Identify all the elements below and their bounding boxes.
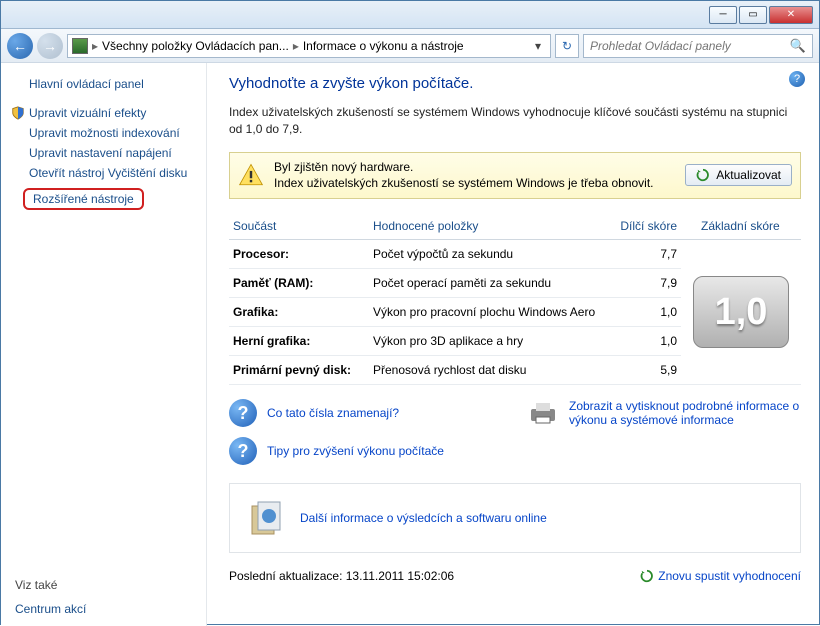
rerun-label: Znovu spustit vyhodnocení [658,569,801,583]
breadcrumb-segment[interactable]: Informace o výkonu a nástroje [303,39,464,53]
component-desc: Přenosová rychlost dat disku [369,356,611,385]
arrow-left-icon: ← [13,38,27,54]
software-box-icon [246,498,286,538]
table-row: Procesor:Počet výpočtů za sekundu7,71,0 [229,240,801,269]
chevron-down-icon[interactable]: ▾ [530,39,546,53]
subscore-value: 1,0 [611,298,681,327]
col-component: Součást [229,213,369,240]
last-update-value: 13.11.2011 15:02:06 [346,569,454,583]
sidebar-task-advanced-tools[interactable]: Rozšířené nástroje [11,185,196,213]
warning-icon [238,162,264,188]
link-label: Tipy pro zvýšení výkonu počítače [267,444,444,458]
component-desc: Výkon pro 3D aplikace a hry [369,327,611,356]
subscore-value: 5,9 [611,356,681,385]
chevron-right-icon: ▸ [293,39,299,53]
last-update-label: Poslední aktualizace: [229,569,342,583]
question-icon: ? [229,437,257,465]
printer-icon [527,401,559,425]
sidebar-task-disk-cleanup[interactable]: Otevřít nástroj Vyčištění disku [29,163,196,183]
forward-button[interactable]: → [37,33,63,59]
search-box[interactable]: 🔍 [583,34,813,58]
notice-line2: Index uživatelských zkušeností se systém… [274,175,675,192]
refresh-icon [696,168,710,182]
close-button[interactable]: ✕ [769,6,813,24]
help-icon[interactable]: ? [789,71,805,87]
col-base: Základní skóre [681,213,801,240]
base-score-badge: 1,0 [693,276,789,348]
subscore-value: 1,0 [611,327,681,356]
minimize-button[interactable]: ─ [709,6,737,24]
link-label: Co tato čísla znamenají? [267,406,399,420]
sidebar-item-label: Upravit vizuální efekty [29,106,146,120]
see-also-label: Viz také [15,578,196,592]
search-icon: 🔍 [790,38,806,54]
component-label: Grafika: [229,298,369,327]
link-print-details[interactable]: Zobrazit a vytisknout podrobné informace… [527,399,801,427]
link-label: Další informace o výsledcích a softwaru … [300,511,547,525]
score-table: Součást Hodnocené položky Dílčí skóre Zá… [229,213,801,385]
component-desc: Výkon pro pracovní plochu Windows Aero [369,298,611,327]
sidebar-task-power[interactable]: Upravit nastavení napájení [29,143,196,163]
refresh-icon [640,569,654,583]
link-performance-tips[interactable]: ? Tipy pro zvýšení výkonu počítače [229,437,503,465]
subscore-value: 7,9 [611,269,681,298]
sidebar-item-label: Upravit možnosti indexování [29,126,180,140]
breadcrumb-segment[interactable]: Všechny položky Ovládacích pan... [102,39,289,53]
notice-text: Byl zjištěn nový hardware. Index uživate… [274,159,675,193]
sidebar-item-label: Rozšířené nástroje [23,188,144,210]
refresh-icon: ↻ [562,39,572,53]
intro-text: Index uživatelských zkušeností se systém… [229,104,801,138]
sidebar-task-indexing[interactable]: Upravit možnosti indexování [29,123,196,143]
link-what-numbers-mean[interactable]: ? Co tato čísla znamenají? [229,399,503,427]
window-titlebar: ─ ▭ ✕ [1,1,819,29]
link-label: Zobrazit a vytisknout podrobné informace… [569,399,801,427]
sidebar-task-visual-effects[interactable]: Upravit vizuální efekty [11,103,196,123]
rerun-assessment-link[interactable]: Znovu spustit vyhodnocení [640,569,801,583]
question-icon: ? [229,399,257,427]
component-label: Herní grafika: [229,327,369,356]
sidebar: Hlavní ovládací panel Upravit vizuální e… [1,63,207,626]
notice-line1: Byl zjištěn nový hardware. [274,159,675,176]
last-update: Poslední aktualizace: 13.11.2011 15:02:0… [229,569,454,583]
component-desc: Počet výpočtů za sekundu [369,240,611,269]
back-button[interactable]: ← [7,33,33,59]
main-content: ? Vyhodnoťte a zvyšte výkon počítače. In… [207,63,819,626]
component-label: Paměť (RAM): [229,269,369,298]
action-center-link[interactable]: Centrum akcí [15,602,196,616]
refresh-button[interactable]: ↻ [555,34,579,58]
maximize-button[interactable]: ▭ [739,6,767,24]
component-label: Primární pevný disk: [229,356,369,385]
sidebar-item-label: Upravit nastavení napájení [29,146,172,160]
chevron-right-icon: ▸ [92,39,98,53]
sidebar-item-label: Otevřít nástroj Vyčištění disku [29,166,187,180]
update-button[interactable]: Aktualizovat [685,164,792,186]
subscore-value: 7,7 [611,240,681,269]
search-input[interactable] [590,39,790,53]
base-score-cell: 1,0 [681,240,801,385]
update-button-label: Aktualizovat [716,168,781,182]
component-desc: Počet operací paměti za sekundu [369,269,611,298]
component-label: Procesor: [229,240,369,269]
link-online-info[interactable]: Další informace o výsledcích a softwaru … [300,511,547,525]
arrow-right-icon: → [43,38,57,54]
navigation-bar: ← → ▸ Všechny položky Ovládacích pan... … [1,29,819,63]
online-info-box: Další informace o výsledcích a softwaru … [229,483,801,553]
control-panel-icon [72,38,88,54]
page-title: Vyhodnoťte a zvyšte výkon počítače. [229,75,801,92]
col-rated: Hodnocené položky [369,213,611,240]
hardware-notice: Byl zjištěn nový hardware. Index uživate… [229,152,801,200]
breadcrumb[interactable]: ▸ Všechny položky Ovládacích pan... ▸ In… [67,34,551,58]
col-subscore: Dílčí skóre [611,213,681,240]
shield-icon [11,106,25,120]
control-panel-home-link[interactable]: Hlavní ovládací panel [29,77,196,91]
